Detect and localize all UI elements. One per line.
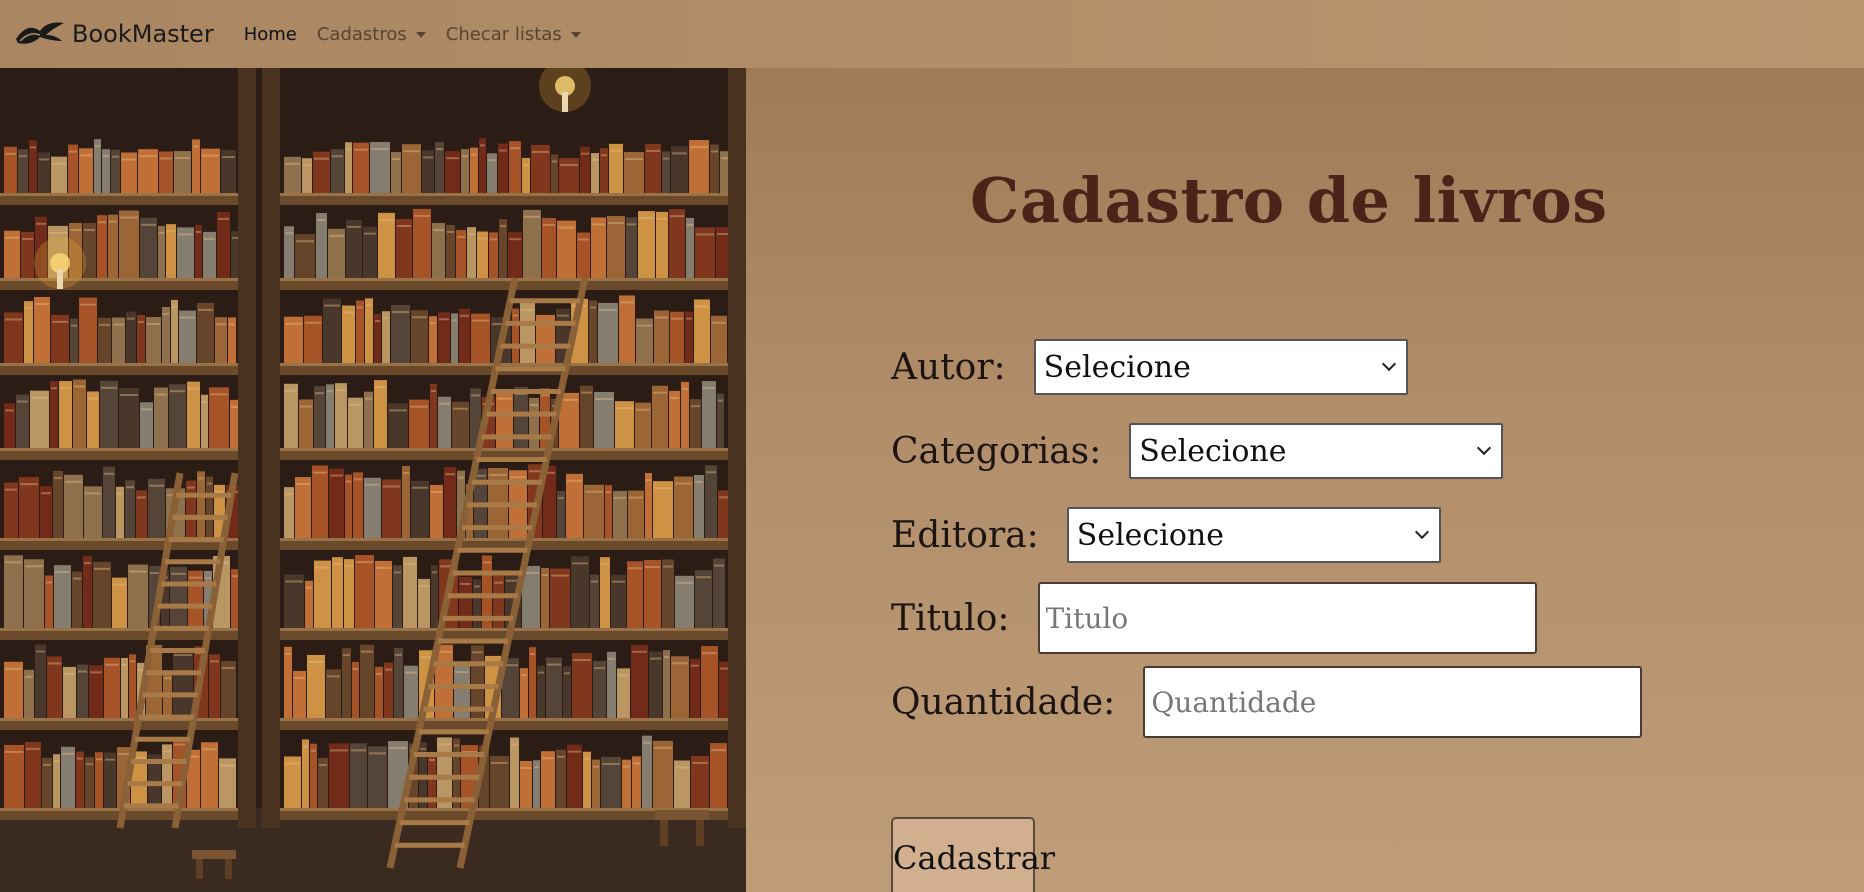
nav-home-label: Home	[243, 23, 297, 45]
titulo-row: Titulo:	[891, 582, 1537, 654]
editora-select[interactable]: Selecione	[1066, 507, 1441, 563]
nav-home[interactable]: Home	[244, 24, 297, 45]
editora-label: Editora:	[891, 514, 1039, 556]
autor-row: Autor: Selecione	[891, 339, 1408, 395]
chevron-down-icon	[1414, 524, 1429, 540]
titulo-input[interactable]	[1037, 582, 1537, 654]
nav-cadastros-dropdown[interactable]: Cadastros	[317, 24, 426, 45]
chevron-down-icon	[1477, 440, 1492, 456]
titulo-label: Titulo:	[891, 597, 1010, 639]
book-registration-form: Cadastro de livros Autor: Selecione Cate…	[746, 68, 1864, 892]
cadastrar-button[interactable]: Cadastrar	[891, 817, 1055, 892]
bookshelf-image	[0, 68, 746, 892]
navbar: BookMaster Home Cadastros Checar listas	[0, 0, 1864, 68]
nav-checar-listas-dropdown[interactable]: Checar listas	[446, 24, 581, 45]
autor-label: Autor:	[891, 346, 1006, 388]
page-title: Cadastro de livros	[970, 164, 1608, 237]
nav-cadastros-label: Cadastros	[316, 23, 407, 45]
categorias-row: Categorias: Selecione	[891, 423, 1504, 479]
quantidade-row: Quantidade:	[891, 666, 1643, 738]
brand-name: BookMaster	[72, 20, 214, 48]
nav-checar-listas-label: Checar listas	[445, 23, 562, 45]
bookshelf-illustration	[0, 68, 746, 892]
chevron-down-icon	[1381, 356, 1396, 372]
categorias-select[interactable]: Selecione	[1129, 423, 1504, 479]
autor-select[interactable]: Selecione	[1033, 339, 1408, 395]
editora-selected-value: Selecione	[1076, 517, 1224, 553]
brand-link[interactable]: BookMaster	[14, 19, 214, 49]
quantidade-input[interactable]	[1143, 666, 1643, 738]
editora-row: Editora: Selecione	[891, 507, 1441, 563]
categorias-selected-value: Selecione	[1139, 433, 1287, 469]
caret-down-icon	[570, 32, 581, 38]
categorias-label: Categorias:	[891, 430, 1102, 472]
caret-down-icon	[415, 32, 426, 38]
quantidade-label: Quantidade:	[891, 681, 1116, 723]
bird-logo-icon	[16, 22, 64, 44]
autor-selected-value: Selecione	[1043, 349, 1191, 385]
